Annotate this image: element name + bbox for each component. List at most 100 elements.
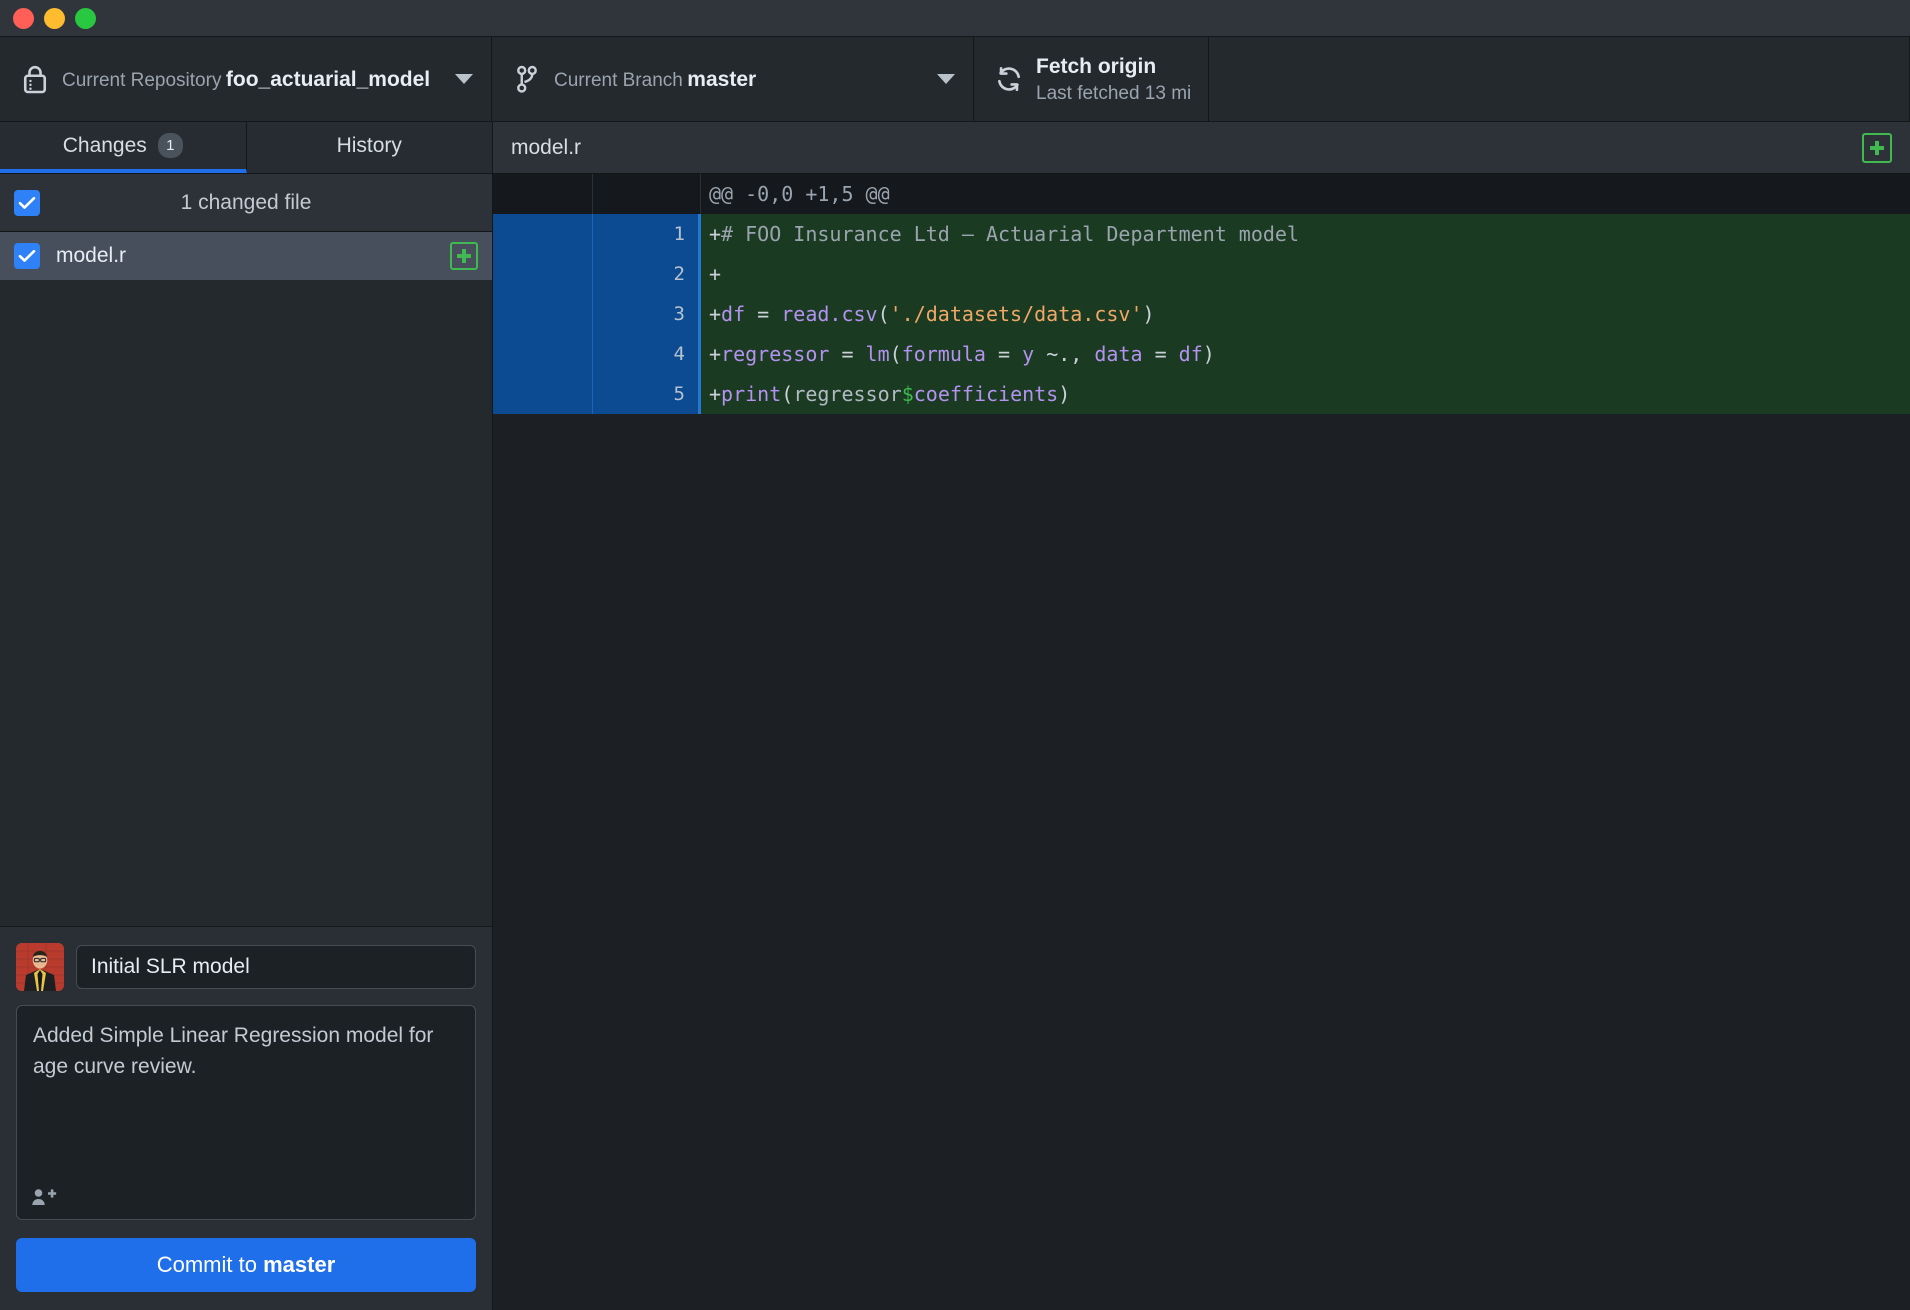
diff-body[interactable]: @@ -0,0 +1,5 @@1+# FOO Insurance Ltd — A… (493, 174, 1910, 742)
sidebar: Changes 1 History 1 changed file (0, 122, 493, 1310)
diff-code-text: + (701, 254, 1910, 294)
commit-button-prefix: Commit to (157, 1252, 263, 1277)
diff-gutter-old-lineno (493, 214, 593, 254)
code-token: # FOO Insurance Ltd — Actuarial Departme… (721, 222, 1299, 246)
diff-expand-plus-icon[interactable] (1862, 133, 1892, 163)
toolbar: Current Repository foo_actuarial_model C… (0, 37, 1910, 122)
diff-code-text: @@ -0,0 +1,5 @@ (701, 174, 1910, 214)
code-token: + (709, 342, 721, 366)
diff-line-added[interactable]: 3+df = read.csv('./datasets/data.csv') (493, 294, 1910, 334)
diff-gutter-new-lineno: 1 (593, 214, 701, 254)
toolbar-empty-space (1209, 37, 1910, 121)
code-token: lm (866, 342, 890, 366)
diff-gutter-old-lineno (493, 174, 593, 214)
tab-changes-badge: 1 (158, 133, 183, 158)
diff-line-added[interactable]: 1+# FOO Insurance Ltd — Actuarial Depart… (493, 214, 1910, 254)
diff-header: model.r (493, 122, 1910, 174)
commit-description-field[interactable]: Added Simple Linear Regression model for… (16, 1005, 476, 1220)
diff-line-added[interactable]: 5+print(regressor$coefficients) (493, 374, 1910, 414)
commit-form: Added Simple Linear Regression model for… (0, 926, 492, 1310)
changed-files-header: 1 changed file (0, 174, 492, 232)
window-controls (13, 8, 96, 29)
tab-changes[interactable]: Changes 1 (0, 122, 247, 173)
diff-gutter-new-lineno: 4 (593, 334, 701, 374)
minimize-window-button[interactable] (44, 8, 65, 29)
code-token: @@ -0,0 +1,5 @@ (709, 182, 890, 206)
diff-line-added[interactable]: 4+regressor = lm(formula = y ~., data = … (493, 334, 1910, 374)
commit-summary-input[interactable] (76, 945, 476, 989)
current-repository-dropdown[interactable]: Current Repository foo_actuarial_model (0, 37, 492, 121)
diff-line-container: @@ -0,0 +1,5 @@1+# FOO Insurance Ltd — A… (493, 174, 1910, 414)
code-token: y (1022, 342, 1034, 366)
code-token: regressor (793, 382, 901, 406)
diff-hunk-header[interactable]: @@ -0,0 +1,5 @@ (493, 174, 1910, 214)
branch-icon (510, 64, 544, 94)
current-branch-dropdown[interactable]: Current Branch master (492, 37, 974, 121)
code-token: print (721, 382, 781, 406)
maximize-window-button[interactable] (75, 8, 96, 29)
diff-gutter-old-lineno (493, 254, 593, 294)
code-token: data (1094, 342, 1142, 366)
diff-filename: model.r (511, 136, 1862, 160)
select-all-files-checkbox[interactable] (14, 190, 40, 216)
avatar (16, 943, 64, 991)
code-token: + (709, 382, 721, 406)
diff-gutter-old-lineno (493, 374, 593, 414)
fetch-origin-title: Fetch origin (1036, 55, 1156, 78)
close-window-button[interactable] (13, 8, 34, 29)
sidebar-tabs: Changes 1 History (0, 122, 492, 174)
code-token: df (1179, 342, 1203, 366)
chevron-down-icon (937, 74, 955, 84)
tab-history[interactable]: History (247, 122, 493, 173)
code-token: = (1143, 342, 1179, 366)
add-person-icon[interactable] (31, 1187, 57, 1207)
diff-empty-area (493, 742, 1910, 1310)
commit-summary-row (16, 943, 476, 991)
fetch-origin-button[interactable]: Fetch origin Last fetched 13 minutes ago (974, 37, 1209, 121)
code-token: df (721, 302, 745, 326)
fetch-origin-text: Fetch origin Last fetched 13 minutes ago (1026, 52, 1190, 107)
diff-gutter-old-lineno (493, 334, 593, 374)
commit-button-branch: master (263, 1252, 335, 1277)
code-token: $ (902, 382, 914, 406)
diff-gutter-new-lineno: 5 (593, 374, 701, 414)
code-token: formula (902, 342, 986, 366)
code-token: ) (1203, 342, 1215, 366)
current-branch-text: Current Branch master (544, 65, 927, 94)
code-token: = (986, 342, 1022, 366)
diff-code-text: +# FOO Insurance Ltd — Actuarial Departm… (701, 214, 1910, 254)
diff-pane: model.r @@ -0,0 +1,5 @@1+# FOO Insurance… (493, 122, 1910, 1310)
code-token: ( (781, 382, 793, 406)
list-item[interactable]: model.r (0, 232, 492, 280)
code-token: ) (1058, 382, 1070, 406)
current-branch-label: Current Branch (554, 70, 683, 91)
changed-file-list: model.r (0, 232, 492, 926)
diff-line-added[interactable]: 2+ (493, 254, 1910, 294)
diff-gutter-new-lineno: 3 (593, 294, 701, 334)
current-branch-value: master (687, 68, 756, 91)
code-token: ) (1143, 302, 1155, 326)
changed-files-count: 1 changed file (0, 191, 492, 215)
current-repository-label: Current Repository (62, 70, 221, 91)
tab-changes-label: Changes (63, 134, 147, 158)
diff-gutter-new-lineno (593, 174, 701, 214)
commit-button[interactable]: Commit to master (16, 1238, 476, 1292)
diff-gutter-new-lineno: 2 (593, 254, 701, 294)
chevron-down-icon (455, 74, 473, 84)
tab-history-label: History (337, 134, 402, 158)
code-token: ( (878, 302, 890, 326)
diff-code-text: +print(regressor$coefficients) (701, 374, 1910, 414)
file-include-checkbox[interactable] (14, 243, 40, 269)
code-token: read.csv (781, 302, 877, 326)
code-token: + (709, 302, 721, 326)
code-token: regressor (721, 342, 829, 366)
fetch-origin-subtitle: Last fetched 13 minutes ago (1036, 83, 1190, 104)
current-repository-value: foo_actuarial_model (226, 68, 430, 91)
main-body: Changes 1 History 1 changed file (0, 122, 1910, 1310)
diff-gutter-old-lineno (493, 294, 593, 334)
code-token: = (829, 342, 865, 366)
commit-description-text: Added Simple Linear Regression model for… (33, 1020, 459, 1082)
title-bar (0, 0, 1910, 37)
diff-code-text: +df = read.csv('./datasets/data.csv') (701, 294, 1910, 334)
code-token: + (709, 262, 721, 286)
